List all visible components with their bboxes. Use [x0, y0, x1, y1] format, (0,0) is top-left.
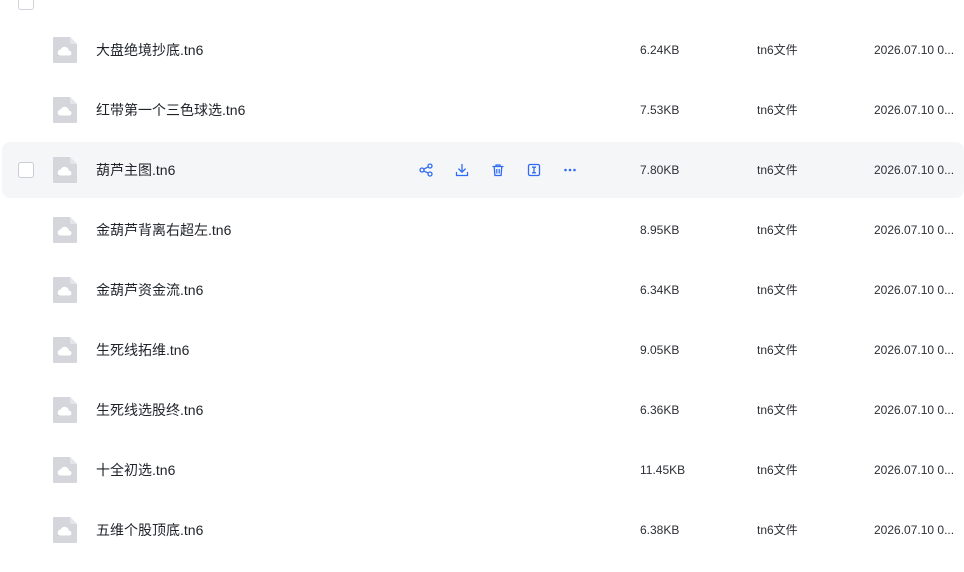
file-type: tn6文件 [757, 163, 798, 177]
delete-icon[interactable] [484, 156, 512, 184]
file-date: 2026.07.10 0... [874, 283, 955, 297]
file-size: 8.95KB [640, 223, 680, 237]
file-type: tn6文件 [757, 283, 798, 297]
file-cloud-icon [52, 516, 78, 544]
file-row[interactable]: 大盘绝境抄底.tn6 6.24KB tn6文件 2026.07.10 0... [2, 22, 964, 78]
file-row[interactable]: 金葫芦背离右超左.tn6 8.95KB tn6文件 2026.07.10 0..… [2, 202, 964, 258]
file-cloud-icon [52, 36, 78, 64]
file-date: 2026.07.10 0... [874, 43, 955, 57]
file-name[interactable]: 五维个股顶底.tn6 [96, 521, 203, 539]
file-name[interactable]: 红带第一个三色球选.tn6 [96, 101, 245, 119]
file-date: 2026.07.10 0... [874, 223, 955, 237]
file-size: 6.36KB [640, 403, 680, 417]
checkbox[interactable] [18, 0, 34, 10]
file-size: 6.34KB [640, 283, 680, 297]
file-type: tn6文件 [757, 103, 798, 117]
file-date: 2026.07.10 0... [874, 163, 955, 177]
file-date: 2026.07.10 0... [874, 403, 955, 417]
file-cloud-icon [52, 396, 78, 424]
file-row[interactable]: 生死线选股终.tn6 6.36KB tn6文件 2026.07.10 0... [2, 382, 964, 438]
file-row[interactable]: 十全初选.tn6 11.45KB tn6文件 2026.07.10 0... [2, 442, 964, 498]
file-type: tn6文件 [757, 463, 798, 477]
file-date: 2026.07.10 0... [874, 343, 955, 357]
rename-icon[interactable] [520, 156, 548, 184]
file-size: 9.05KB [640, 343, 680, 357]
file-name[interactable]: 生死线选股终.tn6 [96, 401, 203, 419]
file-date: 2026.07.10 0... [874, 463, 955, 477]
row-actions [412, 156, 592, 184]
file-list: 大盘绝境抄底.tn6 6.24KB tn6文件 2026.07.10 0... … [0, 0, 964, 572]
file-type: tn6文件 [757, 223, 798, 237]
file-row-hovered[interactable]: 葫芦主图.tn6 7.80KB tn6文件 2026.07.10 0... [2, 142, 964, 198]
file-cloud-icon [52, 336, 78, 364]
share-icon[interactable] [412, 156, 440, 184]
file-cloud-icon [52, 276, 78, 304]
file-size: 11.45KB [640, 463, 686, 477]
file-name[interactable]: 十全初选.tn6 [96, 461, 175, 479]
file-size: 7.80KB [640, 163, 680, 177]
file-cloud-icon [52, 96, 78, 124]
file-size: 6.38KB [640, 523, 680, 537]
file-type: tn6文件 [757, 43, 798, 57]
file-name[interactable]: 大盘绝境抄底.tn6 [96, 41, 203, 59]
file-type: tn6文件 [757, 343, 798, 357]
file-cloud-icon [52, 456, 78, 484]
file-row[interactable]: 生死线拓维.tn6 9.05KB tn6文件 2026.07.10 0... [2, 322, 964, 378]
file-type: tn6文件 [757, 523, 798, 537]
file-name[interactable]: 生死线拓维.tn6 [96, 341, 189, 359]
file-row[interactable]: 五维个股顶底.tn6 6.38KB tn6文件 2026.07.10 0... [2, 502, 964, 558]
file-cloud-icon [52, 156, 78, 184]
file-type: tn6文件 [757, 403, 798, 417]
file-name[interactable]: 葫芦主图.tn6 [96, 161, 175, 179]
file-date: 2026.07.10 0... [874, 103, 955, 117]
more-icon[interactable] [556, 156, 584, 184]
file-date: 2026.07.10 0... [874, 523, 955, 537]
partial-row-top [0, 0, 964, 10]
file-cloud-icon [52, 216, 78, 244]
file-name[interactable]: 金葫芦资金流.tn6 [96, 281, 203, 299]
file-size: 7.53KB [640, 103, 680, 117]
file-row[interactable]: 红带第一个三色球选.tn6 7.53KB tn6文件 2026.07.10 0.… [2, 82, 964, 138]
file-row[interactable]: 金葫芦资金流.tn6 6.34KB tn6文件 2026.07.10 0... [2, 262, 964, 318]
file-size: 6.24KB [640, 43, 680, 57]
download-icon[interactable] [448, 156, 476, 184]
row-checkbox[interactable] [18, 162, 34, 178]
file-name[interactable]: 金葫芦背离右超左.tn6 [96, 221, 231, 239]
